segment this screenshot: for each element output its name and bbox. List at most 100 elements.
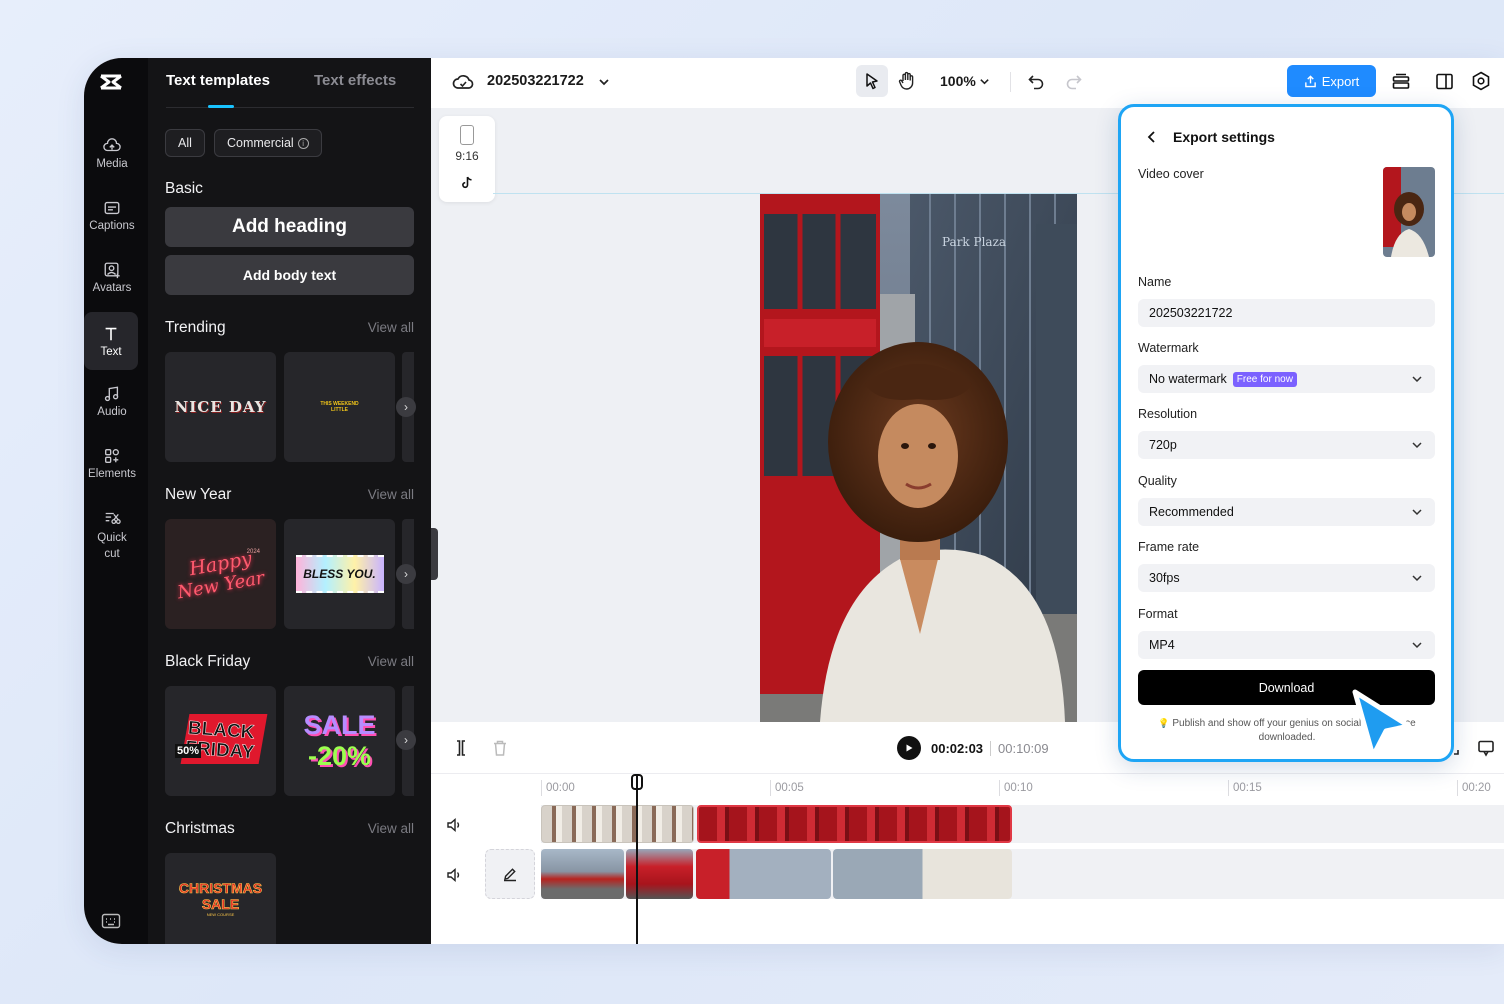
new-year-view-all-link[interactable]: View all (368, 487, 414, 502)
hand-tool-icon[interactable] (898, 71, 916, 91)
format-select[interactable]: MP4 (1138, 631, 1435, 659)
frame-rate-select[interactable]: 30fps (1138, 564, 1435, 592)
template-tile-sale-20[interactable]: SALE -20% (284, 686, 395, 796)
trending-view-all-link[interactable]: View all (368, 320, 414, 335)
section-title-basic: Basic (165, 180, 203, 197)
tab-text-effects[interactable]: Text effects (314, 72, 396, 89)
tile-text: 50% (175, 744, 202, 758)
chip-label: All (178, 136, 192, 150)
zoom-level[interactable]: 100% (940, 73, 976, 89)
panel-collapse-handle[interactable] (431, 528, 438, 580)
rail-media[interactable]: Media (84, 124, 140, 182)
filter-commercial-chip[interactable]: Commercial i (214, 129, 322, 157)
tab-text-templates[interactable]: Text templates (166, 72, 270, 89)
chevron-down-icon (1412, 642, 1422, 649)
name-input[interactable]: 202503221722 (1138, 299, 1435, 327)
rail-label: Audio (97, 405, 127, 418)
watermark-select[interactable]: No watermark Free for now (1138, 365, 1435, 393)
template-tile-nice-day[interactable]: NICE DAY (165, 352, 276, 462)
quality-select[interactable]: Recommended (1138, 498, 1435, 526)
avatar-clip[interactable] (541, 805, 694, 843)
quality-value: Recommended (1149, 505, 1234, 519)
select-tool-button[interactable] (856, 65, 888, 97)
ratio-label: 9:16 (455, 149, 479, 163)
aspect-ratio-card[interactable]: 9:16 (439, 116, 495, 202)
chevron-down-icon (1412, 442, 1422, 449)
resolution-select[interactable]: 720p (1138, 431, 1435, 459)
street-clip-3[interactable] (696, 849, 831, 899)
add-body-text-button[interactable]: Add body text (165, 255, 414, 295)
christmas-view-all-link[interactable]: View all (368, 821, 414, 836)
split-view-icon[interactable] (1435, 72, 1454, 91)
video-cover-thumbnail[interactable] (1383, 167, 1435, 257)
street-clip-1[interactable] (541, 849, 624, 899)
playhead[interactable] (636, 774, 638, 944)
filter-all-chip[interactable]: All (165, 129, 205, 157)
chip-label: Commercial (227, 136, 294, 150)
frame-rate-label: Frame rate (1138, 540, 1200, 554)
redo-icon[interactable] (1065, 72, 1083, 90)
rail-label: Text (100, 345, 122, 358)
avatar-video-track[interactable] (541, 805, 1504, 843)
rail-text[interactable]: Text (84, 312, 138, 370)
template-tile-happy-new-year[interactable]: 2024 Happy New Year (165, 519, 276, 629)
rail-audio[interactable]: Audio (84, 372, 140, 430)
scroll-right-arrow-icon[interactable]: › (396, 397, 416, 417)
export-button[interactable]: Export (1287, 65, 1376, 97)
active-tab-indicator (208, 105, 234, 108)
template-tile-bless-you[interactable]: BLESS YOU. (284, 519, 395, 629)
free-for-now-badge: Free for now (1232, 371, 1297, 387)
cover-image (1383, 167, 1435, 257)
add-heading-button[interactable]: Add heading (165, 207, 414, 247)
section-title-christmas: Christmas (165, 820, 235, 837)
rail-captions[interactable]: Captions (84, 186, 140, 244)
track-volume-icon[interactable] (446, 867, 462, 883)
scroll-right-arrow-icon[interactable]: › (396, 564, 416, 584)
format-value: MP4 (1149, 638, 1175, 652)
black-friday-view-all-link[interactable]: View all (368, 654, 414, 669)
undo-icon[interactable] (1027, 72, 1045, 90)
template-tile-black-friday[interactable]: BLACK FRIDAY 50% (165, 686, 276, 796)
main-video-track[interactable] (541, 849, 1504, 899)
resolution-label: Resolution (1138, 407, 1198, 421)
street-clip-4[interactable] (833, 849, 1012, 899)
track-volume-icon[interactable] (446, 817, 462, 833)
keyboard-shortcuts-icon[interactable] (101, 912, 121, 930)
split-clip-icon[interactable] (453, 739, 469, 757)
delete-trash-icon[interactable] (492, 739, 508, 757)
building-sign-text: Park Plaza (942, 235, 1006, 249)
timeline[interactable]: 00:00 00:05 00:10 00:15 00:20 (431, 774, 1504, 944)
music-note-icon (104, 385, 119, 401)
bus-clip-selected[interactable] (697, 805, 1012, 843)
project-name[interactable]: 202503221722 (487, 73, 584, 89)
edit-track-button[interactable] (485, 849, 535, 899)
chevron-down-icon[interactable] (598, 76, 610, 88)
tile-text: -20% (307, 741, 372, 771)
quick-cut-icon (105, 512, 121, 524)
frame-rate-value: 30fps (1149, 571, 1180, 585)
back-arrow-icon[interactable] (1145, 130, 1159, 144)
settings-gear-icon[interactable] (1471, 71, 1491, 91)
play-icon (906, 744, 913, 752)
scroll-right-arrow-icon[interactable]: › (396, 730, 416, 750)
chevron-down-icon (1412, 509, 1422, 516)
cloud-sync-icon[interactable] (452, 72, 474, 92)
layers-stack-icon[interactable] (1391, 72, 1411, 92)
capcut-logo-icon[interactable] (97, 68, 125, 96)
template-tile-weekend[interactable]: THIS WEEKEND LITTLE (284, 352, 395, 462)
play-button[interactable] (897, 736, 921, 760)
text-t-icon (105, 327, 117, 340)
tick-line (999, 780, 1000, 796)
name-label: Name (1138, 275, 1172, 289)
upload-icon (1304, 74, 1316, 87)
timeline-tick: 00:20 (1462, 782, 1491, 794)
video-preview[interactable]: Park Plaza (760, 194, 1077, 722)
comment-icon[interactable] (1477, 739, 1495, 757)
template-tile-christmas-sale[interactable]: CHRISTMAS SALE NEW COURSE (165, 853, 276, 944)
rail-quick-cut[interactable]: Quick cut (84, 502, 140, 568)
zoom-chevron-down-icon[interactable] (979, 76, 990, 87)
tile-text: NICE DAY (174, 398, 267, 416)
rail-avatars[interactable]: Avatars (84, 248, 140, 306)
video-cover-label: Video cover (1138, 167, 1204, 181)
rail-elements[interactable]: Elements (84, 434, 140, 492)
